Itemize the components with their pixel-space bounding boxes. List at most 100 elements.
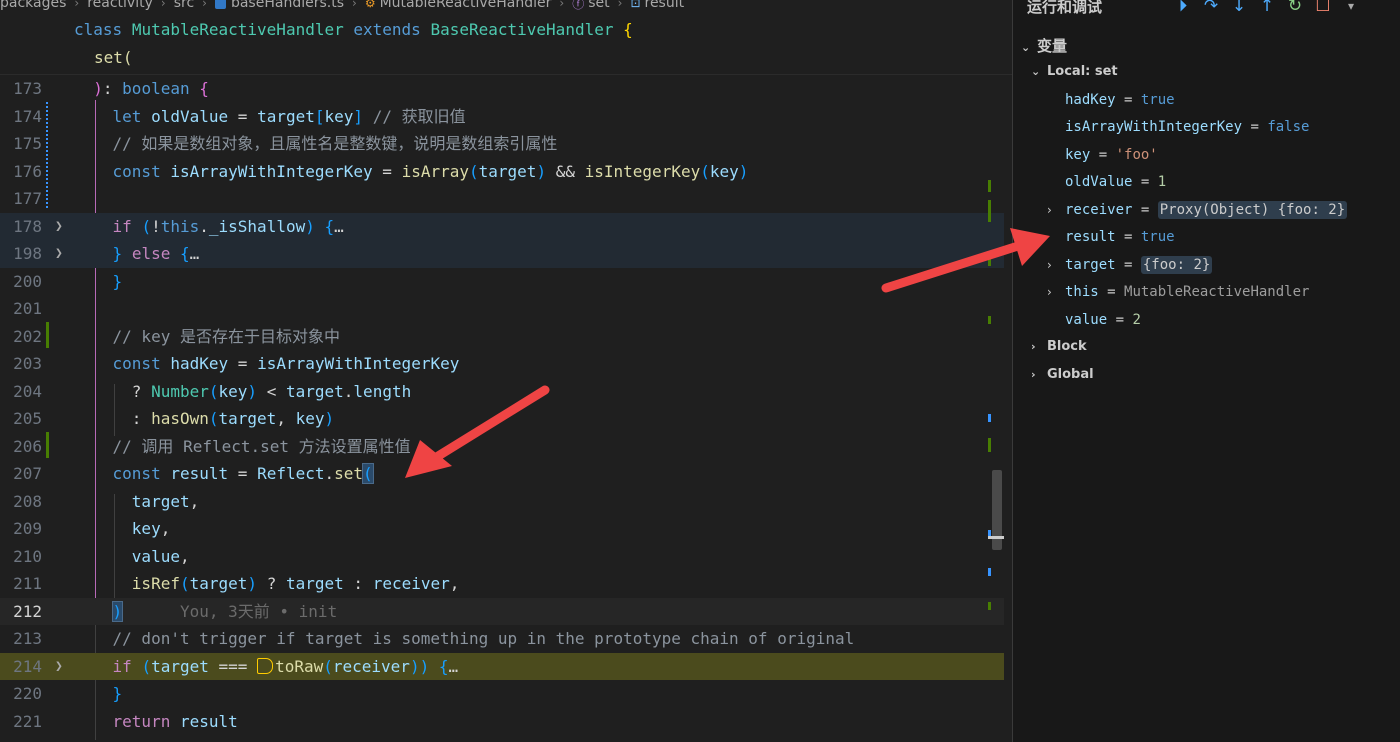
line-number: 205	[13, 409, 42, 428]
breadcrumb-reactivity[interactable]: reactivity	[87, 0, 153, 11]
breadcrumb-src[interactable]: src	[174, 0, 194, 11]
chevron-right-icon: ›	[617, 0, 623, 10]
code-line[interactable]: 205 : hasOwn(target, key)	[0, 405, 1004, 433]
code-line[interactable]: 204 ? Number(key) < target.length	[0, 378, 1004, 406]
continue-icon[interactable]: ⏵	[1173, 0, 1193, 16]
code-text: if (!this._isShallow) {…	[112, 216, 344, 236]
chevron-right-icon: ›	[1031, 340, 1036, 353]
sticky-scroll-header[interactable]: class MutableReactiveHandler extends Bas…	[0, 16, 1012, 75]
code-line[interactable]: 203 const hadKey = isArrayWithIntegerKey	[0, 350, 1004, 378]
chevron-right-icon[interactable]: ›	[1047, 253, 1052, 277]
code-text: // key 是否存在于目标对象中	[112, 326, 340, 346]
code-line[interactable]: 221 return result	[0, 708, 1004, 736]
overview-ruler[interactable]	[988, 0, 1004, 742]
breadcrumb-method[interactable]: set	[588, 0, 609, 11]
breadcrumb-class[interactable]: MutableReactiveHandler	[380, 0, 552, 11]
line-number: 212	[13, 601, 42, 621]
step-out-icon[interactable]: ↑	[1257, 0, 1277, 16]
variable-row[interactable]: value = 2	[1065, 308, 1141, 332]
code-line[interactable]: 209 key,	[0, 515, 1004, 543]
ruler-mark	[988, 316, 991, 324]
line-number: 220	[13, 684, 42, 703]
code-line[interactable]: 206 // 调用 Reflect.set 方法设置属性值	[0, 433, 1004, 461]
breadcrumb-variable[interactable]: result	[645, 0, 685, 11]
code-line[interactable]: 174 let oldValue = target[key] // 获取旧值	[0, 103, 1004, 131]
breadcrumb-file[interactable]: baseHandlers.ts	[231, 0, 344, 11]
code-line[interactable]: 210 value,	[0, 543, 1004, 571]
line-number: 200	[13, 271, 42, 291]
chevron-right-icon[interactable]: ❯	[55, 653, 63, 681]
breadcrumb-packages[interactable]: packages	[0, 0, 66, 11]
chevron-right-icon: ›	[160, 0, 166, 10]
sticky-set-line[interactable]: set(	[94, 44, 133, 71]
variable-row[interactable]: target = {foo: 2}	[1065, 253, 1213, 277]
stop-icon[interactable]: ☐	[1313, 0, 1333, 16]
typescript-file-icon	[214, 0, 226, 9]
ruler-mark	[988, 568, 991, 576]
code-line[interactable]: 213 // don't trigger if target is someth…	[0, 625, 1004, 653]
class-symbol-icon: ⚙	[364, 0, 376, 10]
code-line[interactable]: 220 }	[0, 680, 1004, 708]
chevron-right-icon: ›	[1031, 368, 1036, 381]
code-line[interactable]: 176 const isArrayWithIntegerKey = isArra…	[0, 158, 1004, 186]
scope-global[interactable]: › Global	[1031, 367, 1094, 382]
line-number: 202	[13, 326, 42, 346]
code-line-folded[interactable]: 178 ❯ if (!this._isShallow) {…	[0, 212, 1004, 241]
variables-section-header[interactable]: ⌄ 变量	[1021, 35, 1067, 56]
variable-row[interactable]: receiver = Proxy(Object) {foo: 2}	[1065, 198, 1348, 222]
code-text: let oldValue = target[key] // 获取旧值	[112, 106, 466, 126]
scope-local[interactable]: ⌄ Local: set	[1031, 64, 1118, 79]
line-number: 175	[13, 134, 42, 153]
inline-breakpoint-icon[interactable]	[257, 657, 274, 674]
variable-row[interactable]: isArrayWithIntegerKey = false	[1065, 115, 1309, 139]
code-line[interactable]: 207 const result = Reflect.set(	[0, 460, 1004, 488]
code-line[interactable]: 202 // key 是否存在于目标对象中	[0, 323, 1004, 351]
variable-row[interactable]: this = MutableReactiveHandler	[1065, 280, 1309, 304]
code-text: // 调用 Reflect.set 方法设置属性值	[112, 436, 411, 456]
restart-icon[interactable]: ↻	[1285, 0, 1305, 16]
code-line[interactable]: 175 // 如果是数组对象，且属性名是整数键，说明是数组索引属性	[0, 130, 1004, 158]
step-into-icon[interactable]: ↓	[1229, 0, 1249, 16]
line-number: 206	[13, 436, 42, 456]
variables-label: 变量	[1037, 37, 1068, 55]
step-over-icon[interactable]: ↷	[1201, 0, 1221, 16]
code-line[interactable]: 201	[0, 295, 1004, 323]
code-line[interactable]: 177	[0, 185, 1004, 213]
chevron-right-icon[interactable]: ›	[1047, 280, 1052, 304]
code-line[interactable]: 208 target,	[0, 488, 1004, 516]
code-line-folded[interactable]: 198 ❯ } else {…	[0, 240, 1004, 268]
code-editor[interactable]: packages › reactivity › src › baseHandle…	[0, 0, 1012, 742]
line-number: 201	[13, 299, 42, 318]
keyword-extends: extends	[353, 20, 421, 39]
code-text: ? Number(key) < target.length	[131, 381, 412, 401]
chevron-right-icon: ›	[202, 0, 207, 10]
scope-block[interactable]: › Block	[1031, 339, 1087, 354]
code-line-breakpoint[interactable]: 214 ❯ if (target === toRaw(receiver)) {…	[0, 652, 1004, 681]
code-line[interactable]: 200 }	[0, 268, 1004, 296]
code-line-current[interactable]: 212 ) You, 3天前 • init	[0, 597, 1004, 625]
chevron-right-icon[interactable]: ❯	[55, 240, 63, 268]
variable-row[interactable]: key = 'foo'	[1065, 143, 1158, 167]
line-number: 174	[13, 106, 42, 126]
base-class-name: BaseReactiveHandler	[430, 20, 614, 39]
chevron-right-icon: ›	[559, 0, 565, 10]
variable-row[interactable]: hadKey = true	[1065, 88, 1175, 112]
variable-row[interactable]: result = true	[1065, 225, 1175, 249]
sticky-class-line[interactable]: class MutableReactiveHandler extends Bas…	[74, 16, 633, 43]
debug-toolbar: ⏵ ↷ ↓ ↑ ↻ ☐ ▾	[1173, 0, 1361, 16]
code-line[interactable]: 173 ): boolean {	[0, 75, 1004, 103]
variable-row[interactable]: oldValue = 1	[1065, 170, 1166, 194]
line-number: 214	[13, 656, 42, 676]
class-name: MutableReactiveHandler	[131, 20, 344, 39]
chevron-right-icon[interactable]: ›	[1047, 198, 1052, 222]
code-line[interactable]: 211 isRef(target) ? target : receiver,	[0, 570, 1004, 598]
chevron-right-icon[interactable]: ❯	[55, 213, 63, 241]
method-symbol-icon: ⓕ	[572, 0, 585, 11]
code-text: }	[112, 271, 123, 291]
code-text: : hasOwn(target, key)	[131, 409, 335, 428]
keyword-class: class	[74, 20, 123, 39]
line-number: 207	[13, 464, 42, 483]
code-text: if (target === toRaw(receiver)) {…	[112, 656, 459, 676]
chevron-down-icon[interactable]: ▾	[1341, 0, 1361, 16]
line-number: 178	[13, 216, 42, 236]
